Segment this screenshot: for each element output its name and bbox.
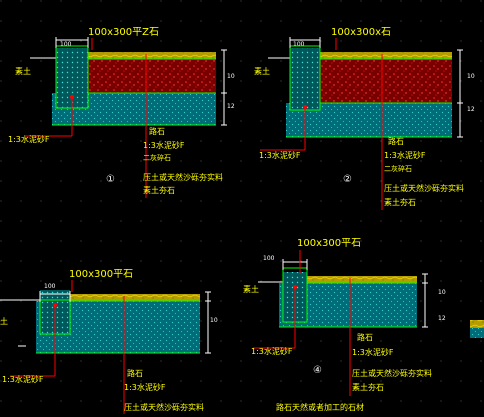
detail-2-mortar-right: 1:3水泥砂F: [384, 151, 426, 160]
edge-fragment-base: [470, 328, 484, 338]
detail-3-dim-top: 100: [44, 283, 56, 290]
detail-4-curb-label: 路石: [357, 333, 373, 342]
bottom-note: 路石天然或者加工的石材: [276, 403, 364, 412]
detail-3-mortar-right: 1:3水泥砂F: [124, 383, 166, 392]
detail-1-dim-side-2: 12: [227, 103, 235, 110]
detail-1-mortar-right: 1:3水泥砂F: [143, 141, 185, 150]
detail-1-stone-band: [88, 52, 216, 59]
detail-4-number: ④: [313, 365, 322, 376]
detail-3-base-1: 压土或天然沙砾夯实料: [124, 403, 204, 412]
detail-3-dim-side-1: 10: [210, 317, 218, 324]
detail-2-dim-side-2: 12: [467, 106, 475, 113]
detail-4-leader-dot: [293, 285, 297, 289]
detail-1-dim-side-1: 10: [227, 73, 235, 80]
detail-2-leader-dot: [303, 105, 307, 109]
detail-4-mortar-right: 1:3水泥砂F: [352, 348, 394, 357]
detail-1-curb-label: 路石: [149, 127, 165, 136]
detail-2-base-2: 素土夯石: [384, 198, 416, 207]
detail-4-dim-side-2: 12: [438, 315, 446, 322]
detail-2-curb-mortar: [290, 48, 320, 110]
detail-4-base-2: 素土夯石: [352, 383, 384, 392]
detail-1-gravel-layer: [88, 59, 216, 93]
detail-3-title: 100x300平石: [69, 269, 134, 280]
detail-2-gravel-layer: [320, 59, 452, 103]
detail-2-stone-band: [320, 52, 452, 59]
detail-4-stone-band: [307, 276, 417, 283]
detail-1-title: 100x300平Z石: [88, 27, 159, 38]
detail-4-mortar-left: 1:3水泥砂F: [251, 347, 293, 356]
detail-2-curb-label: 路石: [388, 137, 404, 146]
detail-1-mortar-left: 1:3水泥砂F: [8, 135, 50, 144]
detail-4-title: 100x300平石: [297, 238, 362, 249]
detail-1-soil-label: 素土: [15, 67, 31, 76]
detail-4-base-1: 压土或天然沙砾夯实料: [352, 369, 432, 378]
detail-4-dim-side-1: 10: [438, 289, 446, 296]
detail-3-curb-label: 路石: [127, 369, 143, 378]
detail-3-soil-label: 土: [0, 317, 8, 326]
detail-2-number: ②: [343, 174, 352, 185]
detail-3-leader-dot: [53, 303, 57, 307]
detail-1-dim-top: 100: [60, 41, 72, 48]
detail-1-number: ①: [106, 174, 115, 185]
drawing-canvas: [0, 0, 484, 417]
detail-2-title: 100x300x石: [331, 27, 392, 38]
detail-4-dim-top: 100: [263, 255, 275, 262]
detail-2-gravel-label: 二灰碎石: [384, 165, 412, 173]
detail-3-stone-band: [70, 294, 200, 301]
detail-2-dim-top: 100: [293, 41, 305, 48]
detail-2-dim-side-1: 10: [467, 73, 475, 80]
detail-3-mortar-left: 1:3水泥砂F: [2, 375, 44, 384]
detail-1-gravel-label: 二灰碎石: [143, 154, 171, 162]
detail-1-base-1: 压土或天然沙砾夯实料: [143, 173, 223, 182]
detail-2-base-1: 压土或天然沙砾夯实料: [384, 184, 464, 193]
detail-1-leader-dot: [70, 95, 74, 99]
edge-fragment-stone: [470, 320, 484, 328]
detail-2-mortar-left: 1:3水泥砂F: [259, 151, 301, 160]
detail-1-base-2: 素土夯石: [143, 186, 175, 195]
detail-4-soil-label: 素土: [243, 285, 259, 294]
detail-2-soil-label: 素土: [254, 67, 270, 76]
